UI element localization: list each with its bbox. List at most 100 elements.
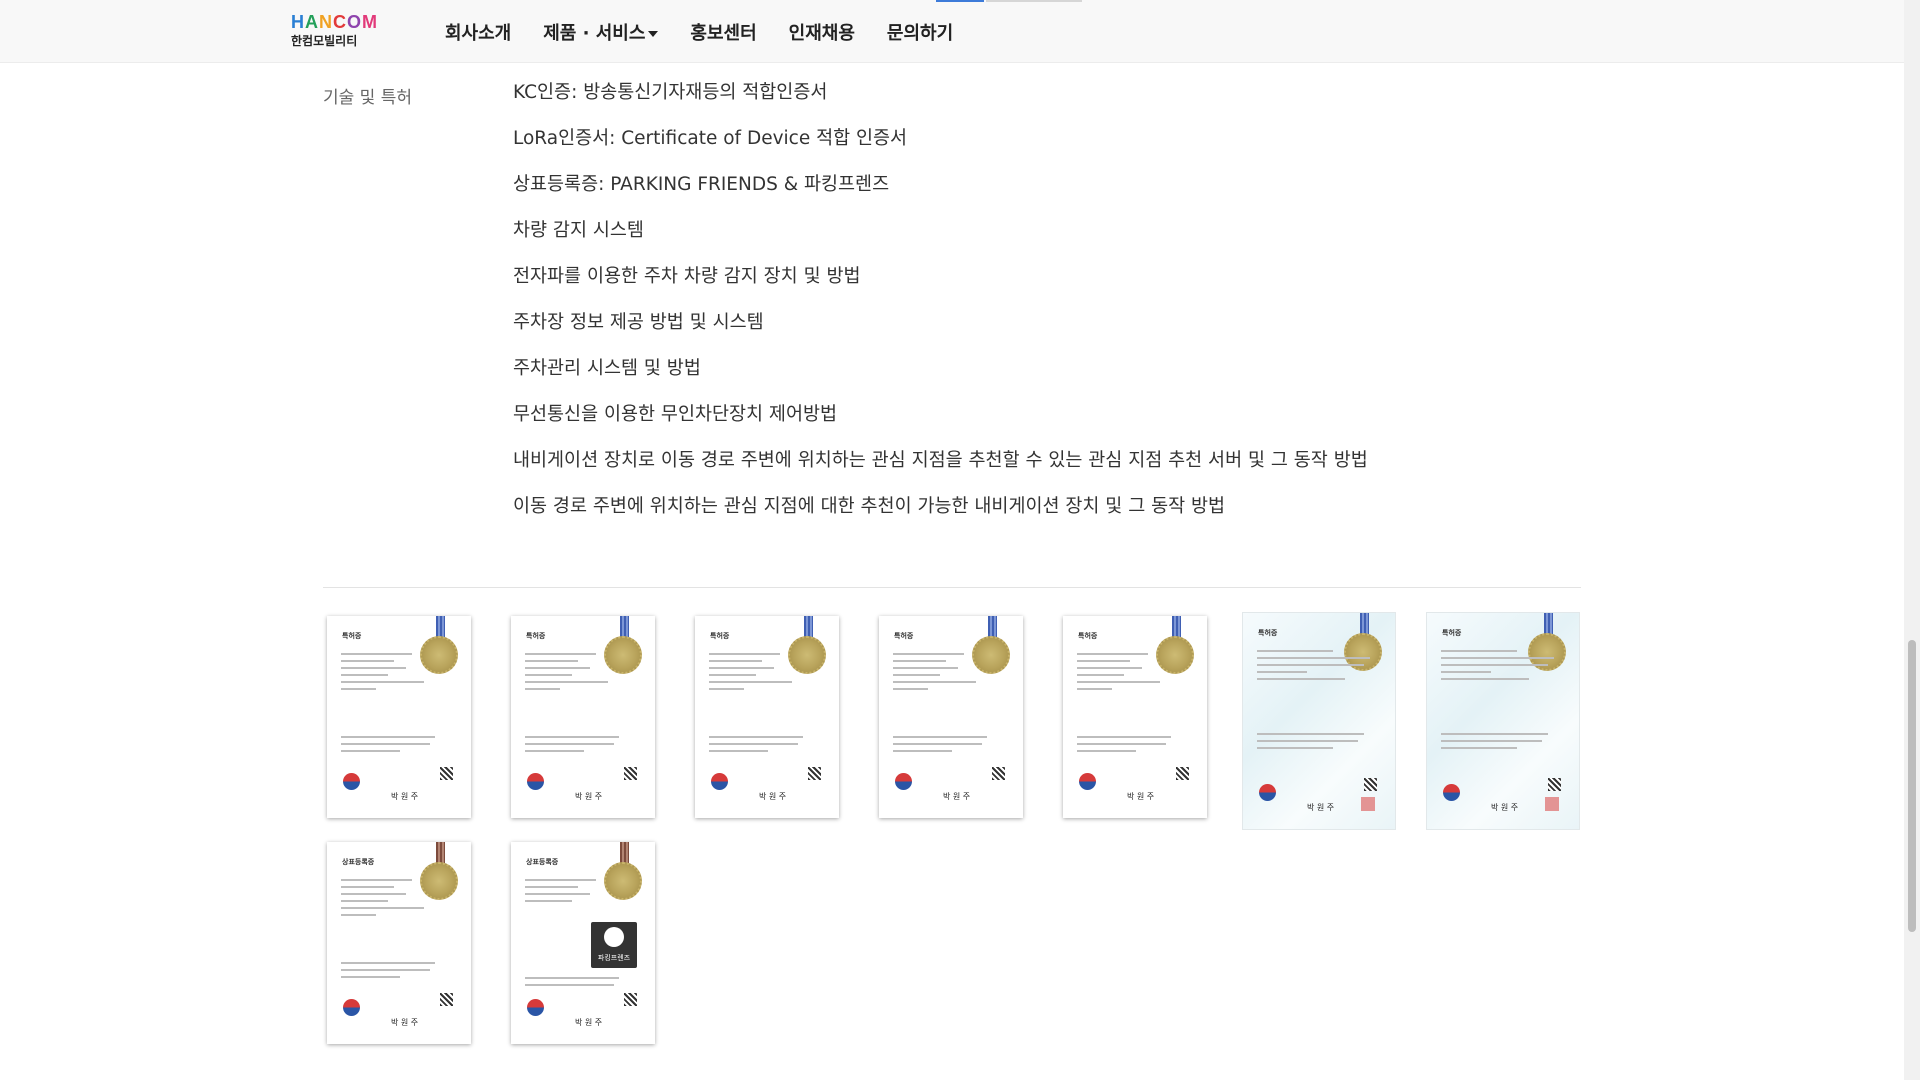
certificate-text-lines [341,736,459,757]
company-logo[interactable]: HANCOM 한컴모빌리티 [291,13,378,49]
section-label: 기술 및 특허 [323,88,413,108]
certificate-signature: 박 원 주 [1307,803,1335,812]
list-item: 무선통신을 이용한 무인차단장치 제어방법 [513,404,838,425]
list-item: 상표등록증: PARKING FRIENDS & 파킹프렌즈 [513,174,890,195]
certificate-signature: 박 원 주 [1491,803,1519,812]
certificate-thumbnail[interactable]: 특허증 박 원 주 [879,616,1023,818]
list-item: 주차장 정보 제공 방법 및 시스템 [513,312,764,333]
certificate-text-lines [341,653,459,695]
certificate-title: 특허증 [1442,629,1462,637]
logo-letter: N [319,12,333,32]
qr-code-icon [624,993,637,1006]
nav-item-products-label: 제품 · 서비스 [543,23,646,44]
certificate-thumbnail[interactable]: 특허증 박 원 주 [1063,616,1207,818]
certificate-text-lines [1257,650,1383,685]
certificate-text-lines [525,653,643,695]
certificate-text-lines [893,653,1011,695]
qr-code-icon [624,767,637,780]
list-item: 전자파를 이용한 주차 차량 감지 장치 및 방법 [513,266,861,287]
chevron-down-icon [648,31,659,37]
certificate-signature: 박 원 주 [943,792,971,801]
certificate-title: 상표등록증 [526,858,559,866]
certificate-title: 특허증 [526,632,546,640]
red-seal-stamp [1361,797,1375,811]
nav-item-products[interactable]: 제품 · 서비스 [543,19,659,45]
list-item: 차량 감지 시스템 [513,220,644,241]
certificate-text-lines [1077,736,1195,757]
nav-item-company[interactable]: 회사소개 [445,19,511,45]
logo-subtitle: 한컴모빌리티 [291,34,358,48]
certificate-title: 특허증 [342,632,362,640]
logo-letter: O [347,12,363,32]
certificate-text-lines [893,736,1011,757]
qr-code-icon [1548,778,1561,791]
list-item: LoRa인증서: Certificate of Device 적합 인증서 [513,128,908,149]
certificate-thumbnail[interactable]: 특허증 박 원 주 [1242,612,1396,830]
korea-emblem-icon [711,773,728,790]
certificate-text-lines [709,653,827,695]
p-logo-icon [604,927,624,947]
korea-emblem-icon [527,999,544,1016]
list-item: 내비게이션 장치로 이동 경로 주변에 위치하는 관심 지점을 추천할 수 있는… [513,450,1368,471]
certificate-signature: 박 원 주 [759,792,787,801]
certificate-text-lines [1077,653,1195,695]
nav-item-careers[interactable]: 인재채용 [789,19,855,45]
certificate-text-lines [341,962,459,983]
main-nav: 회사소개 제품 · 서비스 홍보센터 인재채용 문의하기 [445,19,985,45]
certificate-title: 특허증 [894,632,914,640]
certificate-text-lines [525,736,643,757]
page-scrollbar[interactable] [1904,0,1920,1080]
list-item: 이동 경로 주변에 위치하는 관심 지점에 대한 추천이 가능한 내비게이션 장… [513,496,1226,517]
korea-emblem-icon [343,773,360,790]
site-header: HANCOM 한컴모빌리티 회사소개 제품 · 서비스 홍보센터 인재채용 문의… [0,0,1904,63]
certificate-text-lines [525,879,643,907]
qr-code-icon [440,767,453,780]
logo-letter: H [291,12,305,32]
certificate-thumbnail[interactable]: 특허증 박 원 주 [327,616,471,818]
qr-code-icon [1364,778,1377,791]
qr-code-icon [440,993,453,1006]
certificate-title: 특허증 [1258,629,1278,637]
nav-item-contact[interactable]: 문의하기 [887,19,953,45]
korea-emblem-icon [1079,773,1096,790]
certificate-text-lines [709,736,827,757]
parking-friends-logo: 파킹프렌즈 [591,922,637,968]
certificate-thumbnail[interactable]: 특허증 박 원 주 [695,616,839,818]
certificate-text-lines [341,879,459,921]
logo-letter: A [305,12,319,32]
nav-item-pr[interactable]: 홍보센터 [690,19,756,45]
certificate-signature: 박 원 주 [391,1018,419,1027]
certificate-thumbnail[interactable]: 특허증 박 원 주 [1426,612,1580,830]
korea-emblem-icon [1259,784,1276,801]
korea-emblem-icon [527,773,544,790]
top-indicator-active [936,0,984,2]
list-item: 주차관리 시스템 및 방법 [513,358,701,379]
certificate-text-lines [1441,733,1567,754]
qr-code-icon [1176,767,1189,780]
tech-patent-list: KC인증: 방송통신기자재등의 적합인증서 LoRa인증서: Certifica… [513,80,1368,540]
top-indicator-inactive [986,0,1082,2]
korea-emblem-icon [343,999,360,1016]
section-divider [323,587,1581,588]
certificate-text-lines [1257,733,1383,754]
certificate-signature: 박 원 주 [391,792,419,801]
list-item: KC인증: 방송통신기자재등의 적합인증서 [513,82,828,103]
qr-code-icon [808,767,821,780]
certificate-signature: 박 원 주 [575,1018,603,1027]
logo-wordmark: HANCOM [291,13,378,31]
certificate-thumbnail[interactable]: 상표등록증 박 원 주 [327,842,471,1044]
certificate-signature: 박 원 주 [575,792,603,801]
korea-emblem-icon [1443,784,1460,801]
certificate-title: 특허증 [1078,632,1098,640]
korea-emblem-icon [895,773,912,790]
certificate-title: 특허증 [710,632,730,640]
certificate-thumbnail[interactable]: 특허증 박 원 주 [511,616,655,818]
scrollbar-thumb[interactable] [1908,640,1916,932]
certificate-text-lines [1441,650,1567,685]
certificate-signature: 박 원 주 [1127,792,1155,801]
certificate-text-lines [525,977,643,991]
logo-letter: C [333,12,347,32]
certificate-thumbnail[interactable]: 상표등록증 파킹프렌즈 박 원 주 [511,842,655,1044]
qr-code-icon [992,767,1005,780]
logo-letter: M [362,12,379,32]
